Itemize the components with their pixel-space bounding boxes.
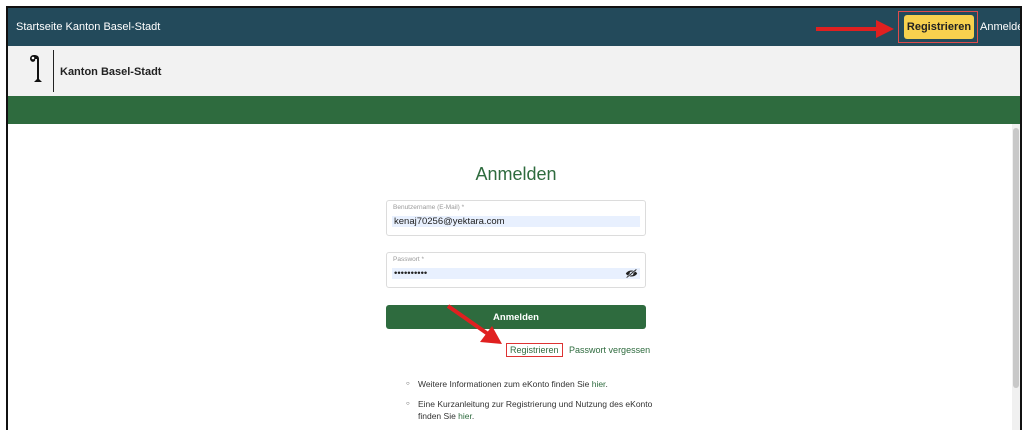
top-bar: Startseite Kanton Basel-Stadt Registrier…: [8, 8, 1020, 46]
info-text: Eine Kurzanleitung zur Registrierung und…: [418, 399, 653, 421]
info-item: Eine Kurzanleitung zur Registrierung und…: [406, 398, 668, 422]
scrollbar[interactable]: [1012, 124, 1020, 430]
username-field[interactable]: Benutzername (E-Mail) *: [386, 200, 646, 236]
auth-links: Registrieren Passwort vergessen: [506, 343, 650, 357]
scrollbar-thumb[interactable]: [1013, 128, 1019, 388]
green-nav-bar: [8, 96, 1020, 124]
password-label: Passwort *: [393, 256, 425, 263]
browser-frame: Startseite Kanton Basel-Stadt Registrier…: [6, 6, 1022, 430]
brand-bar: Kanton Basel-Stadt: [8, 46, 1020, 96]
brand-divider: [53, 50, 54, 92]
info-text: Weitere Informationen zum eKonto finden …: [418, 379, 592, 389]
info-text-end: .: [605, 379, 608, 389]
login-link[interactable]: Anmelden: [980, 21, 1020, 33]
info-link-2[interactable]: hier: [458, 411, 472, 421]
brand-name: Kanton Basel-Stadt: [60, 66, 162, 78]
info-list: Weitere Informationen zum eKonto finden …: [406, 378, 668, 430]
home-link[interactable]: Startseite Kanton Basel-Stadt: [16, 21, 160, 33]
username-label: Benutzername (E-Mail) *: [393, 204, 465, 211]
info-item: Weitere Informationen zum eKonto finden …: [406, 378, 668, 390]
register-button[interactable]: Registrieren: [904, 15, 974, 39]
password-input[interactable]: [392, 268, 640, 279]
password-field[interactable]: Passwort *: [386, 252, 646, 288]
basel-staff-icon: [30, 55, 42, 82]
page-title: Anmelden: [475, 164, 557, 184]
forgot-password-link[interactable]: Passwort vergessen: [569, 345, 650, 355]
eye-slash-icon[interactable]: [625, 268, 638, 279]
info-link-1[interactable]: hier: [592, 379, 606, 389]
username-input[interactable]: [392, 216, 640, 227]
login-submit-button[interactable]: Anmelden: [386, 305, 646, 329]
register-link[interactable]: Registrieren: [506, 343, 563, 357]
info-text-end: .: [471, 411, 475, 421]
